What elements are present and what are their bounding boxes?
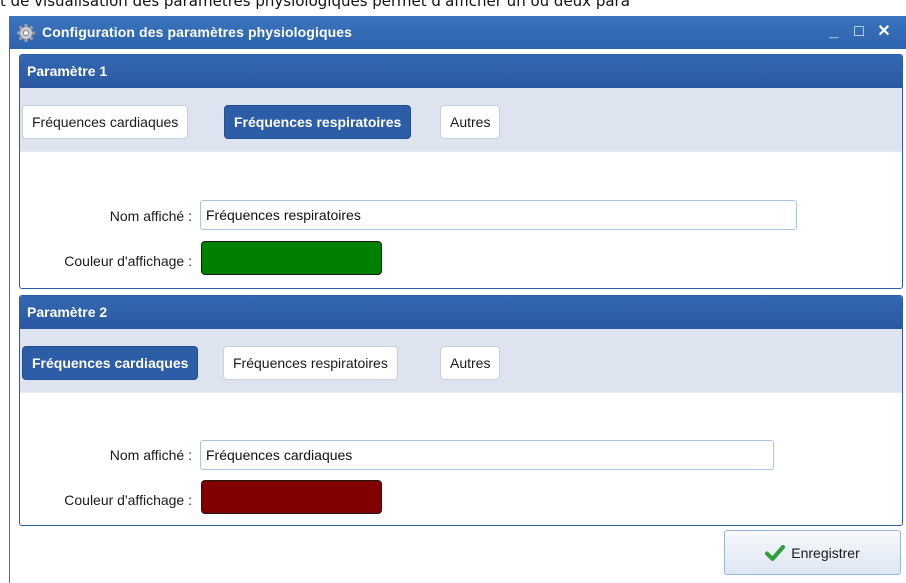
window-title: Configuration des paramètres physiologiq… — [42, 24, 353, 40]
maximize-button[interactable]: □ — [848, 20, 870, 44]
color-label: Couleur d'affichage : — [64, 492, 192, 508]
name-label: Nom affiché : — [109, 208, 192, 224]
close-button[interactable]: ✕ — [873, 20, 895, 44]
save-button-label: Enregistrer — [791, 544, 860, 561]
config-window: Configuration des paramètres physiologiq… — [9, 16, 906, 583]
title-bar[interactable]: Configuration des paramètres physiologiq… — [10, 16, 906, 49]
name-label: Nom affiché : — [109, 447, 192, 463]
tab-autres[interactable]: Autres — [440, 105, 501, 139]
parameter-1-panel: Paramètre 1 Fréquences cardiaques Fréque… — [19, 54, 903, 289]
color-picker[interactable] — [201, 241, 382, 275]
minimize-button[interactable]: _ — [823, 20, 845, 44]
tab-frequences-respiratoires[interactable]: Fréquences respiratoires — [224, 105, 412, 139]
display-name-input[interactable] — [200, 440, 774, 470]
tab-autres[interactable]: Autres — [440, 346, 501, 380]
color-picker[interactable] — [201, 480, 382, 514]
parameter-2-panel: Paramètre 2 Fréquences cardiaques Fréque… — [19, 295, 903, 526]
save-button[interactable]: Enregistrer — [724, 530, 901, 575]
tab-bar: Fréquences cardiaques Fréquences respira… — [20, 88, 902, 152]
tab-bar: Fréquences cardiaques Fréquences respira… — [20, 329, 902, 393]
tab-frequences-cardiaques[interactable]: Fréquences cardiaques — [22, 105, 189, 139]
color-label: Couleur d'affichage : — [64, 253, 192, 269]
panel-header: Paramètre 2 — [20, 296, 902, 329]
document-background-text: t de visualisation des paramètres physio… — [0, 0, 630, 10]
tab-frequences-respiratoires[interactable]: Fréquences respiratoires — [223, 346, 398, 380]
tab-frequences-cardiaques[interactable]: Fréquences cardiaques — [22, 346, 199, 380]
panel-header: Paramètre 1 — [20, 55, 902, 88]
display-name-input[interactable] — [200, 200, 797, 230]
check-icon — [765, 544, 786, 561]
gear-icon — [17, 24, 35, 42]
